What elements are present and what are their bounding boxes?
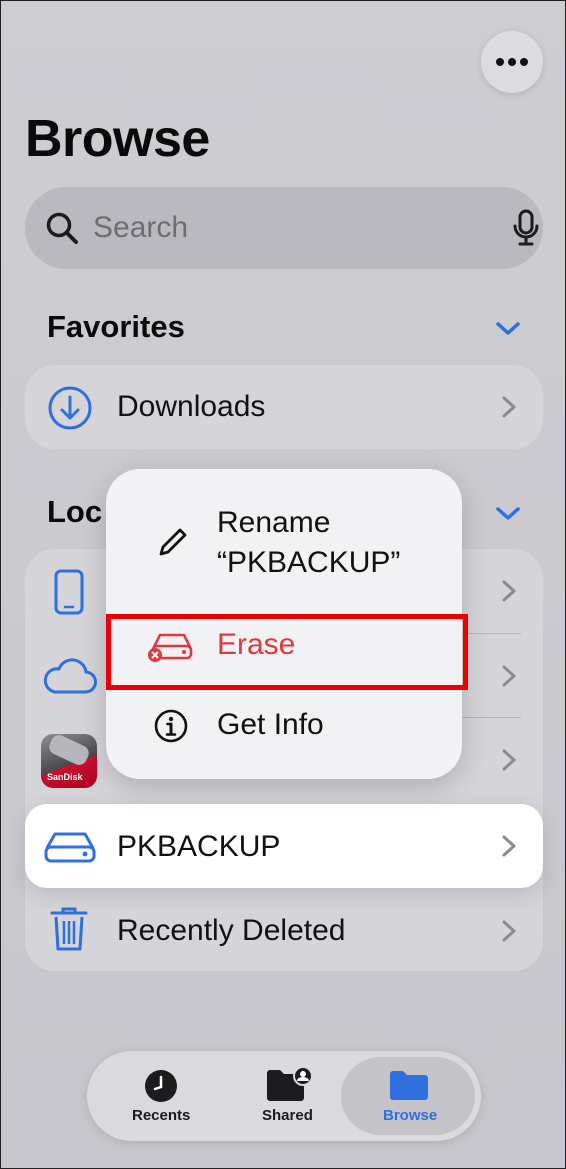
menu-item-rename[interactable]: Rename “PKBACKUP” bbox=[106, 499, 462, 589]
trash-icon bbox=[50, 907, 88, 951]
list-item-recently-deleted[interactable]: Recently Deleted bbox=[25, 889, 543, 971]
list-item-label: Downloads bbox=[117, 390, 266, 423]
menu-item-get-info[interactable]: Get Info bbox=[106, 699, 462, 755]
clock-icon bbox=[145, 1070, 177, 1102]
chevron-right-icon bbox=[502, 665, 516, 687]
iphone-icon bbox=[54, 569, 84, 615]
chevron-right-icon bbox=[502, 749, 516, 771]
favorites-header: Favorites bbox=[47, 309, 185, 344]
favorites-list: Downloads bbox=[25, 365, 543, 449]
info-circle-icon bbox=[154, 709, 188, 743]
ellipsis-icon bbox=[496, 58, 528, 66]
tab-label: Browse bbox=[383, 1107, 438, 1124]
microphone-icon[interactable] bbox=[511, 209, 541, 247]
download-circle-icon bbox=[48, 386, 92, 430]
locations-collapse-chevron-icon[interactable] bbox=[495, 506, 521, 522]
tab-shared[interactable]: Shared bbox=[239, 1051, 339, 1141]
folder-icon bbox=[390, 1071, 428, 1100]
shared-folder-icon bbox=[267, 1067, 313, 1101]
tab-label: Shared bbox=[262, 1107, 313, 1124]
list-item-label: Recently Deleted bbox=[117, 914, 346, 947]
search-input[interactable]: Search bbox=[93, 211, 188, 245]
menu-item-label: Get Info bbox=[217, 708, 324, 741]
tab-bar: Recents Shared Browse bbox=[87, 1051, 481, 1141]
menu-item-label: Rename “PKBACKUP” bbox=[217, 506, 401, 579]
screen: Browse Search Favorites Downloads Loc Sa… bbox=[0, 0, 566, 1169]
locations-header: Loc bbox=[47, 494, 103, 529]
erase-highlight-box bbox=[106, 614, 468, 690]
list-item-label: PKBACKUP bbox=[117, 830, 281, 863]
favorites-collapse-chevron-icon[interactable] bbox=[495, 321, 521, 337]
search-icon bbox=[46, 212, 78, 244]
chevron-right-icon bbox=[502, 920, 516, 942]
list-item-pkbackup[interactable]: PKBACKUP bbox=[25, 804, 543, 888]
pencil-icon bbox=[159, 528, 187, 556]
tab-browse[interactable]: Browse bbox=[349, 1051, 469, 1141]
chevron-right-icon bbox=[502, 396, 516, 418]
search-bar[interactable]: Search bbox=[25, 187, 543, 269]
drive-icon bbox=[44, 832, 96, 863]
more-button[interactable] bbox=[481, 31, 543, 93]
tab-label: Recents bbox=[132, 1107, 191, 1124]
icloud-icon bbox=[43, 658, 97, 694]
chevron-right-icon bbox=[502, 580, 516, 602]
sandisk-app-icon: SanDisk bbox=[41, 734, 97, 788]
tab-recents[interactable]: Recents bbox=[111, 1051, 209, 1141]
chevron-right-icon bbox=[502, 835, 516, 857]
list-item-downloads[interactable]: Downloads bbox=[25, 365, 543, 449]
page-title: Browse bbox=[25, 110, 210, 168]
